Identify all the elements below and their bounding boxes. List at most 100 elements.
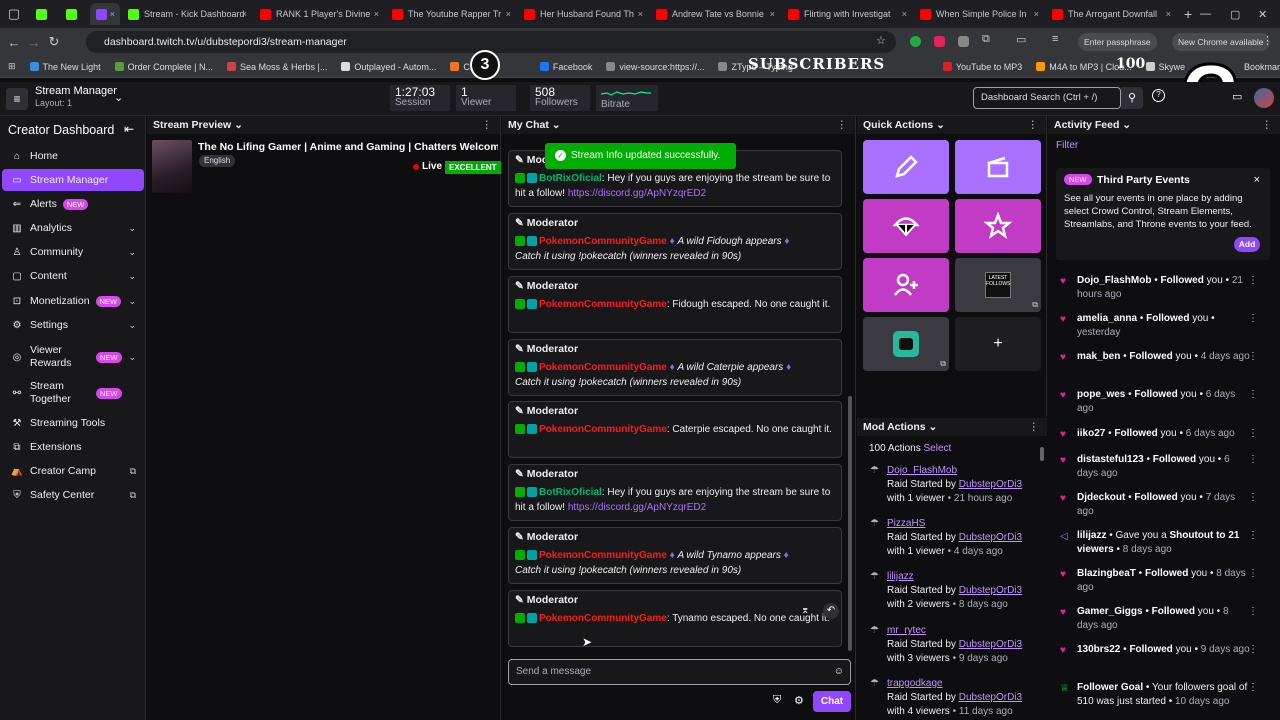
bookmark-star-icon[interactable]: ☆ [876, 34, 886, 47]
help-icon[interactable]: ? [1152, 89, 1165, 102]
raid-target-link[interactable]: PizzaHS [870, 517, 1040, 531]
nav-item-content[interactable]: ▢ Content ⌄ [2, 265, 144, 287]
browser-tab[interactable] [30, 3, 58, 25]
chat-message[interactable]: ✎ Moderator PokemonCommunityGame ♦ A wil… [508, 213, 842, 270]
nav-item-creator-camp[interactable]: ⛺ Creator Camp ⧉ [2, 460, 144, 482]
nav-item-viewer-rewards[interactable]: ◎ Viewer Rewards NEW ⌄ [2, 342, 144, 372]
more-options-icon[interactable]: ⋮ [1248, 491, 1258, 505]
more-options-icon[interactable]: ⋮ [1248, 274, 1258, 288]
minimize-icon[interactable]: — [1200, 8, 1211, 20]
extension-icon[interactable] [910, 36, 921, 47]
chevron-down-icon[interactable]: ⌄ [936, 119, 945, 131]
nav-item-analytics[interactable]: ▥ Analytics ⌄ [2, 217, 144, 239]
avatar[interactable] [1254, 88, 1274, 108]
chat-scrollbar[interactable] [848, 396, 852, 651]
filter-link[interactable]: Filter [1056, 140, 1078, 151]
raid-target-link[interactable]: lilijazz [870, 570, 1040, 584]
more-options-icon[interactable]: ⋮ [1248, 350, 1258, 364]
add-follower-action[interactable] [863, 258, 949, 312]
reload-icon[interactable]: ↻ [44, 34, 64, 50]
language-tag[interactable]: English [199, 155, 236, 167]
nav-item-monetization[interactable]: ⊡ Monetization NEW ⌄ [2, 290, 144, 312]
browser-tab[interactable]: Flirting with Investigat × [782, 3, 912, 25]
more-options-icon[interactable]: ⋮ [1248, 427, 1258, 441]
activity-item[interactable]: ♥ amelia_anna • Followed you • yesterday ⋮ [1060, 312, 1258, 340]
whisper-icon[interactable]: ▭ [1232, 90, 1242, 103]
maximize-icon[interactable]: ▢ [1230, 8, 1240, 21]
chat-message[interactable]: ✎ Moderator PokemonCommunityGame ♦ A wil… [508, 527, 842, 584]
mod-actions-scrollbar[interactable] [1040, 447, 1044, 461]
activity-item[interactable]: ♥ iiko27 • Followed you • 6 days ago ⋮ [1060, 427, 1258, 441]
chevron-down-icon[interactable]: ⌄ [114, 91, 123, 104]
browser-tab[interactable]: The Arrogant Downfall × [1046, 3, 1176, 25]
chat-username[interactable]: BotRixOficial [539, 487, 602, 498]
chat-message[interactable]: ✎ Moderator PokemonCommunityGame: Caterp… [508, 401, 842, 458]
close-icon[interactable]: × [1166, 9, 1171, 19]
more-options-icon[interactable]: ⋮ [1248, 312, 1258, 326]
passphrase-chip[interactable]: Enter passphrase [1078, 33, 1157, 51]
more-options-icon[interactable]: ⋮ [1248, 453, 1258, 467]
mod-action-item[interactable]: ☂ mr_rytec Raid Started by DubstepOrDi3 wit… [870, 624, 1040, 666]
discord-link[interactable]: https://discord.gg/ApNYzqrED2 [568, 188, 706, 199]
latest-follows-action[interactable]: LATEST FOLLOWS ⧉ [955, 258, 1041, 312]
close-icon[interactable]: × [770, 9, 775, 19]
mod-action-item[interactable]: ☂ Dojo_FlashMob Raid Started by DubstepOrD… [870, 464, 1040, 506]
raider-link[interactable]: DubstepOrDi3 [959, 639, 1022, 650]
bookmark-item[interactable]: YouTube to MP3 [942, 62, 1022, 72]
bookmark-item[interactable]: Facebook [539, 62, 592, 72]
mod-action-item[interactable]: ☂ PizzaHS Raid Started by DubstepOrDi3 with… [870, 517, 1040, 559]
close-icon[interactable]: × [638, 9, 643, 19]
raid-target-link[interactable]: trapgodkage [870, 677, 1040, 691]
activity-item[interactable]: ♥ BlazingbeaT • Followed you • 8 days ago… [1060, 567, 1258, 595]
browser-tab[interactable]: Andrew Tate vs Bonnie × [650, 3, 780, 25]
browser-tab[interactable]: When Simple Police In × [914, 3, 1044, 25]
nav-item-stream-together[interactable]: ⚯ Stream Together NEW [2, 378, 144, 408]
close-window-icon[interactable]: ✕ [1258, 8, 1267, 21]
mod-shield-icon[interactable]: ⛨ [773, 694, 781, 707]
close-icon[interactable]: × [242, 9, 247, 19]
mod-action-item[interactable]: ☂ trapgodkage Raid Started by DubstepOrDi3… [870, 677, 1040, 719]
nav-item-streaming-tools[interactable]: ⚒ Streaming Tools [2, 412, 144, 434]
more-options-icon[interactable]: ⋮ [837, 116, 848, 134]
edit-stream-info-action[interactable] [863, 140, 949, 194]
raider-link[interactable]: DubstepOrDi3 [959, 479, 1022, 490]
raid-action[interactable] [863, 199, 949, 253]
chat-message[interactable]: ✎ Moderator PokemonCommunityGame: Tynamo… [508, 590, 842, 647]
more-options-icon[interactable]: ⋮ [1248, 529, 1258, 543]
chat-message-input[interactable]: Send a message ☺ [508, 659, 851, 685]
raid-target-link[interactable]: Dojo_FlashMob [870, 464, 1040, 478]
close-icon[interactable]: × [902, 9, 907, 19]
nav-item-extensions[interactable]: ⧉ Extensions [2, 436, 144, 458]
bookmark-item[interactable]: The New Light [29, 62, 101, 72]
more-options-icon[interactable]: ⋮ [1248, 681, 1258, 695]
browser-tab[interactable]: The Youtube Rapper Tr × [386, 3, 516, 25]
activity-item[interactable]: ♥ mak_ben • Followed you • 4 days ago ⋮ [1060, 350, 1258, 364]
chat-username[interactable]: PokemonCommunityGame [539, 362, 667, 373]
close-icon[interactable]: × [1034, 9, 1039, 19]
chat-username[interactable]: PokemonCommunityGame [539, 424, 667, 435]
apps-grid-icon[interactable]: ⊞ [8, 61, 16, 72]
chat-message[interactable]: ✎ Moderator BotRixOficial: Hey if you gu… [508, 464, 842, 521]
add-button[interactable]: Add [1234, 237, 1260, 252]
activity-item[interactable]: ♥ distasteful123 • Followed you • 6 days … [1060, 453, 1258, 481]
close-icon[interactable]: × [374, 9, 379, 19]
chevron-down-icon[interactable]: ⌄ [234, 119, 243, 131]
tab-search-icon[interactable]: ▢ [0, 6, 28, 22]
more-options-icon[interactable]: ⋮ [1248, 605, 1258, 619]
bookmark-item[interactable]: view-source:https://... [606, 62, 704, 72]
new-tab-button[interactable]: + [1184, 6, 1192, 22]
layout-selector[interactable]: Layout: 1 [35, 98, 72, 108]
stream-thumbnail[interactable] [152, 140, 192, 193]
nav-item-settings[interactable]: ⚙ Settings ⌄ [2, 314, 144, 336]
activity-item[interactable]: ♥ Djdeckout • Followed you • 7 days ago ⋮ [1060, 491, 1258, 519]
raider-link[interactable]: DubstepOrDi3 [959, 532, 1022, 543]
back-icon[interactable]: ← [4, 35, 24, 50]
chat-message[interactable]: ✎ Moderator PokemonCommunityGame ♦ A wil… [508, 339, 842, 396]
more-options-icon[interactable]: ⋮ [1029, 418, 1040, 436]
chat-username[interactable]: BotRixOficial [539, 173, 602, 184]
chevron-down-icon[interactable]: ⌄ [929, 421, 938, 433]
emote-picker-icon[interactable]: ☺ [834, 660, 844, 684]
extension-icon[interactable]: ≡ [1052, 33, 1058, 45]
close-icon[interactable]: × [506, 9, 511, 19]
more-options-icon[interactable]: ⋮ [1028, 116, 1039, 134]
